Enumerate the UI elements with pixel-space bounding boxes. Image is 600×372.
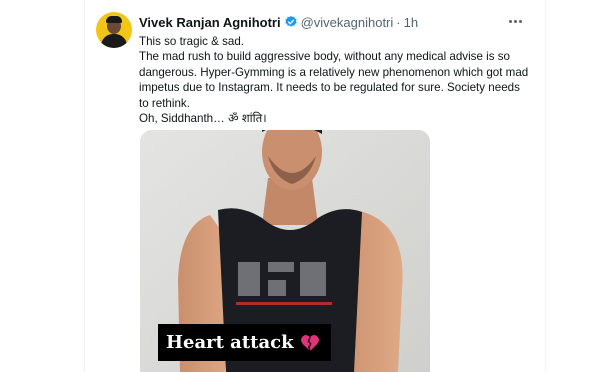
- handle[interactable]: @vivekagnihotri: [301, 15, 394, 30]
- avatar-body: [101, 34, 127, 48]
- separator-dot: ·: [396, 14, 401, 30]
- tweet-text-line: Oh, Siddhanth… ॐ शांति।: [139, 112, 267, 126]
- avatar-hair: [106, 16, 122, 23]
- page: Vivek Ranjan Agnihotri @vivekagnihotri ·…: [0, 0, 600, 372]
- more-dot: [518, 19, 522, 23]
- more-options-icon[interactable]: [505, 13, 525, 29]
- caption-text: Heart attack: [166, 332, 294, 353]
- tweet-text-line: This so tragic & sad.: [139, 35, 245, 48]
- display-name[interactable]: Vivek Ranjan Agnihotri: [139, 15, 281, 30]
- more-dot: [508, 19, 512, 23]
- media-caption: Heart attack: [158, 324, 331, 361]
- tweet-header: Vivek Ranjan Agnihotri @vivekagnihotri ·…: [139, 13, 418, 31]
- tweet-text-line: The mad rush to build aggressive body, w…: [139, 50, 529, 110]
- broken-heart-icon: [300, 334, 319, 351]
- avatar[interactable]: [96, 12, 132, 48]
- verified-badge-icon: [284, 15, 297, 27]
- timestamp[interactable]: 1h: [404, 15, 418, 30]
- more-dot: [513, 19, 517, 23]
- tweet-text: This so tragic & sad. The mad rush to bu…: [139, 34, 529, 126]
